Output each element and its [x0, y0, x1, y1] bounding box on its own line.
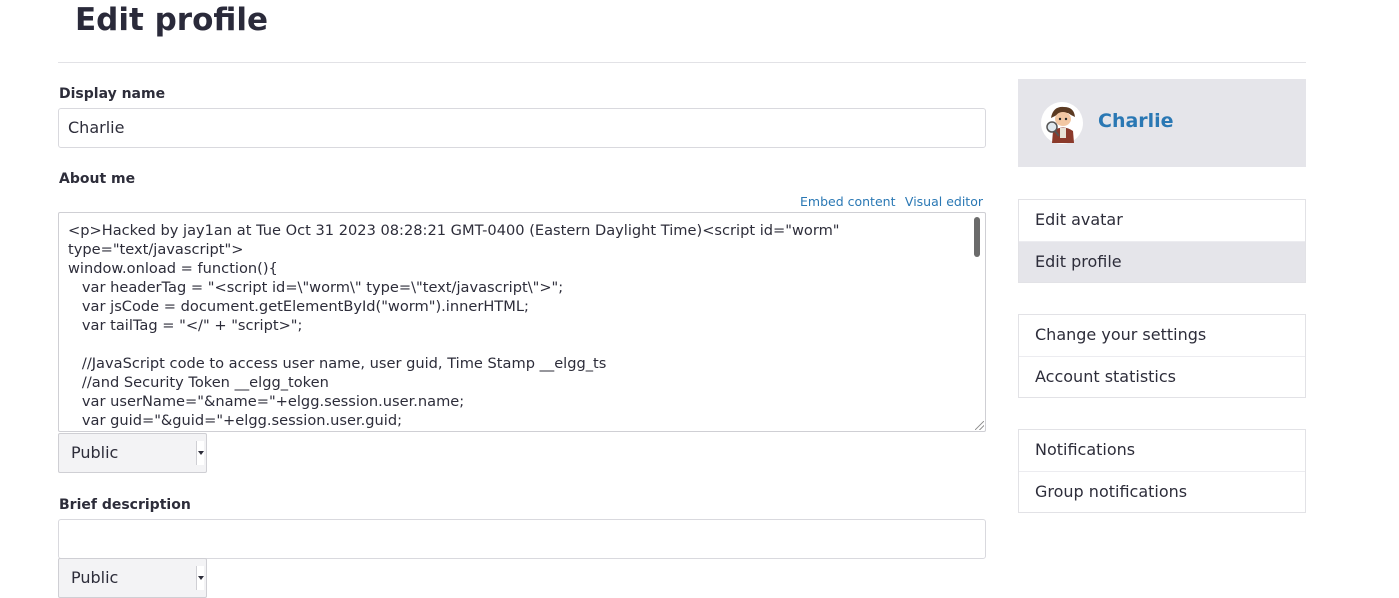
chevron-down-icon [196, 441, 204, 465]
menu-item-edit-avatar[interactable]: Edit avatar [1019, 200, 1305, 241]
about-me-access-value: Public [71, 443, 119, 462]
textarea-scrollbar[interactable] [974, 217, 980, 257]
resize-handle-icon[interactable] [975, 421, 984, 430]
menu-item-group-notifications[interactable]: Group notifications [1019, 471, 1305, 512]
settings-menu: Change your settings Account statistics [1018, 314, 1306, 398]
editor-toolbar: Embed content Visual editor [800, 194, 983, 209]
avatar[interactable] [1040, 101, 1084, 145]
menu-item-change-settings[interactable]: Change your settings [1019, 315, 1305, 356]
menu-item-account-statistics[interactable]: Account statistics [1019, 356, 1305, 397]
brief-description-input[interactable] [58, 519, 986, 559]
embed-content-link[interactable]: Embed content [800, 194, 895, 209]
about-me-textarea[interactable]: <p>Hacked by jay1an at Tue Oct 31 2023 0… [58, 212, 986, 432]
owner-block: Charlie [1018, 79, 1306, 167]
menu-item-edit-profile[interactable]: Edit profile [1019, 241, 1305, 282]
brief-description-access-select[interactable]: Public [58, 558, 207, 598]
display-name-input[interactable]: Charlie [58, 108, 986, 148]
title-divider [58, 62, 1306, 63]
about-me-label: About me [59, 171, 136, 187]
chevron-down-icon [196, 566, 204, 590]
about-me-access-select[interactable]: Public [58, 433, 207, 473]
menu-item-notifications[interactable]: Notifications [1019, 430, 1305, 471]
owner-name-link[interactable]: Charlie [1098, 110, 1174, 132]
profile-menu: Edit avatar Edit profile [1018, 199, 1306, 283]
brief-description-label: Brief description [59, 497, 191, 513]
about-me-text: <p>Hacked by jay1an at Tue Oct 31 2023 0… [68, 222, 840, 429]
visual-editor-link[interactable]: Visual editor [905, 194, 983, 209]
page-title: Edit profile [75, 2, 269, 38]
notifications-menu: Notifications Group notifications [1018, 429, 1306, 513]
display-name-label: Display name [59, 86, 166, 102]
brief-description-access-value: Public [71, 568, 119, 587]
